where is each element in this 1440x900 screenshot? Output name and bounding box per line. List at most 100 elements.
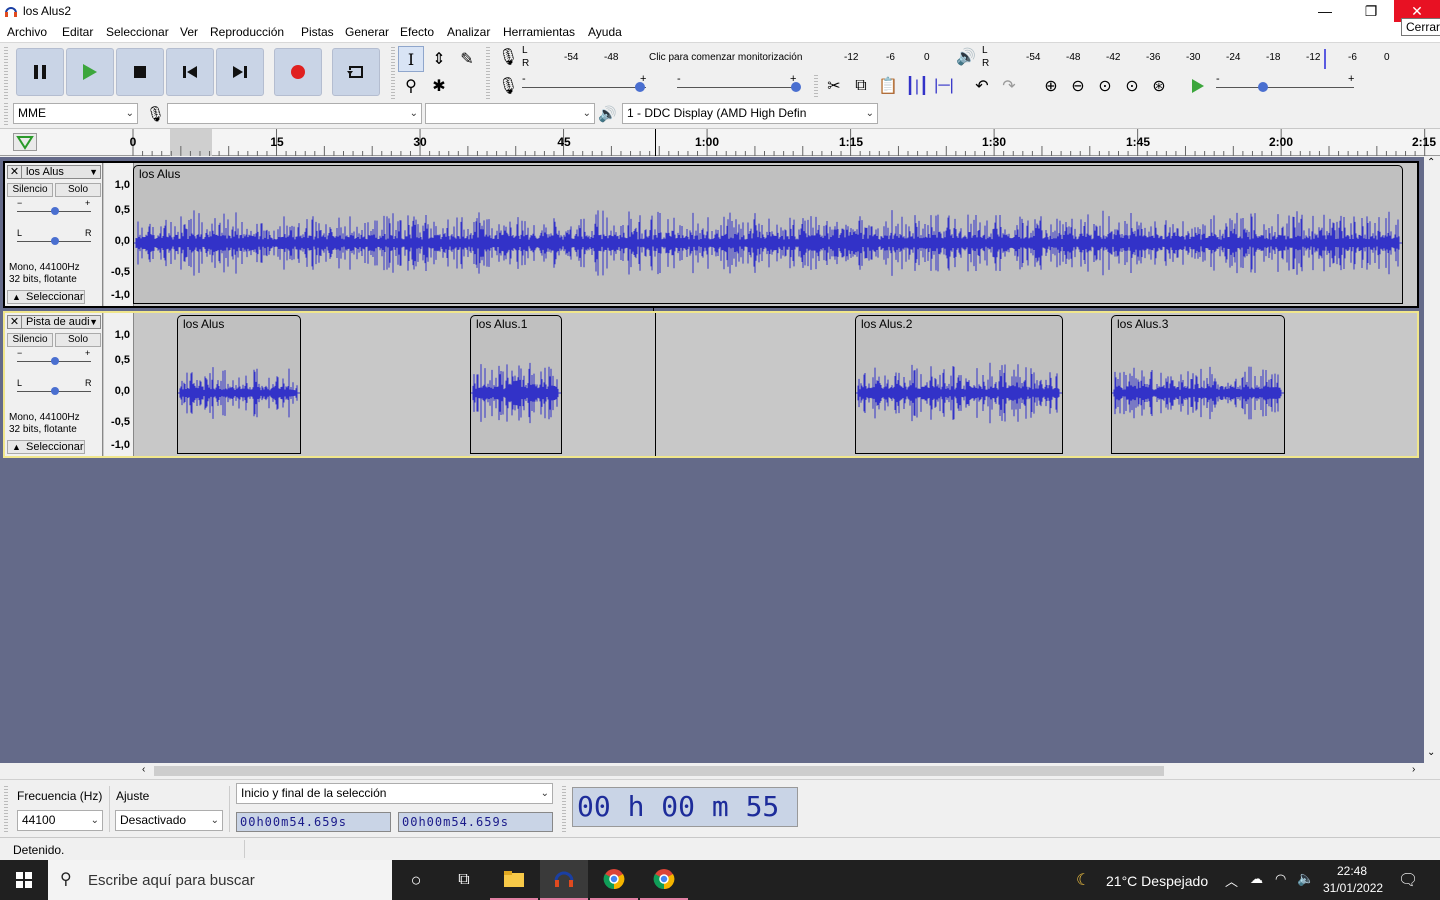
audio-clip[interactable]: los Alus.1 [470,315,562,454]
edit-grip[interactable] [814,75,818,99]
clip-waveform[interactable] [1112,333,1284,453]
redo-button[interactable]: ↷ [996,73,1022,99]
mute-button[interactable]: Silencio [7,333,53,347]
tools-grip[interactable] [391,47,395,99]
play-speed-slider[interactable]: - + [1216,73,1356,99]
pause-button[interactable] [16,48,64,96]
menu-reproduccion[interactable]: Reproducción [210,25,284,39]
play-at-speed-button[interactable] [1185,73,1211,99]
menu-archivo[interactable]: Archivo [7,25,47,39]
menu-editar[interactable]: Editar [62,25,93,39]
record-button[interactable] [274,48,322,96]
playback-meter[interactable]: -54 -48 -42 -36 -30 -24 -18 -12 -6 0 [992,47,1402,71]
playback-device-select[interactable]: 1 - DDC Display (AMD High Defin ⌄ [622,103,878,124]
snap-select[interactable]: Desactivado ⌄ [115,810,223,831]
meter-grip[interactable] [486,47,490,99]
menu-ayuda[interactable]: Ayuda [588,25,622,39]
loop-button[interactable] [332,48,380,96]
pan-slider[interactable]: L R [17,228,92,249]
audio-track[interactable]: ✕ los Alus ▼ Silencio Solo − + L R Mono,… [3,161,1419,308]
menu-generar[interactable]: Generar [345,25,389,39]
task-view-button[interactable]: ⧉ [440,860,488,900]
time-grip[interactable] [562,786,566,832]
recording-volume-slider[interactable]: - + - + [522,73,802,99]
recording-device-select[interactable]: ⌄ [167,103,422,124]
clip-waveform[interactable] [856,333,1062,453]
selection-mode-select[interactable]: Inicio y final de la selección ⌄ [236,783,553,804]
zoom-toggle-button[interactable]: ⊛ [1146,73,1172,99]
multi-tool[interactable]: ✱ [426,73,452,99]
cloud-icon[interactable]: ☁ [1250,871,1263,887]
track-panel[interactable]: ✕ los Alus ▼ Silencio Solo − + L R Mono,… [0,157,1424,763]
close-track-icon[interactable]: ✕ [8,166,22,178]
paste-button[interactable]: 📋 [875,73,901,99]
mute-button[interactable]: Silencio [7,183,53,197]
transport-grip[interactable] [4,47,8,99]
menu-efecto[interactable]: Efecto [400,25,434,39]
time-display[interactable]: 00 h 00 m 55 s [572,787,798,861]
silence-button[interactable]: |─| [931,73,957,99]
copy-button[interactable]: ⧉ [848,73,874,99]
zoom-in-button[interactable]: ⊕ [1038,73,1064,99]
vertical-scrollbar[interactable]: ⌃ ⌄ [1424,157,1440,763]
track-title-bar[interactable]: ✕ los Alus ▼ [7,165,101,179]
menu-pistas[interactable]: Pistas [301,25,334,39]
slider-thumb[interactable] [51,207,59,215]
envelope-tool[interactable]: ⇕ [426,46,452,72]
menu-seleccionar[interactable]: Seleccionar [106,25,169,39]
scroll-up-icon[interactable]: ⌃ [1427,157,1435,168]
scroll-right-icon[interactable]: › [1412,764,1415,775]
clip-waveform[interactable] [178,333,300,453]
audio-track[interactable]: ✕ Pista de audio ▼ Silencio Solo − + L R… [3,311,1419,458]
audio-clip[interactable]: los Alus [177,315,301,454]
maximize-button[interactable]: ❐ [1348,0,1394,22]
cut-button[interactable]: ✂ [821,73,847,99]
trim-button[interactable]: ┃|┃ [904,73,930,99]
chevron-up-icon[interactable]: ︿ [1225,871,1238,890]
scroll-thumb[interactable] [154,766,1164,776]
audio-clip[interactable]: los Alus.2 [855,315,1063,454]
notification-icon[interactable]: 🗨 [1398,870,1418,890]
audio-clip[interactable]: los Alus.3 [1111,315,1285,454]
audio-host-select[interactable]: MME ⌄ [13,103,138,124]
minimize-button[interactable]: — [1302,0,1348,22]
scroll-left-icon[interactable]: ‹ [142,764,145,775]
menu-analizar[interactable]: Analizar [447,25,490,39]
audacity-app[interactable] [540,860,588,900]
clock-date[interactable]: 31/01/2022 [1323,881,1383,895]
fit-selection-button[interactable]: ⊙ [1092,73,1118,99]
zoom-out-button[interactable]: ⊖ [1065,73,1091,99]
device-grip[interactable] [4,103,8,125]
solo-button[interactable]: Solo [55,333,101,347]
gain-slider[interactable]: − + [17,198,91,219]
volume-icon[interactable]: 🔈 [1297,870,1314,887]
horizontal-scrollbar[interactable]: ‹ › [140,763,1424,779]
solo-button[interactable]: Solo [55,183,101,197]
track-menu-icon[interactable]: ▼ [89,166,98,178]
timeline-ruler[interactable]: 0 15 30 45 1:00 1:15 1:30 1:45 2:00 2:15 [0,128,1440,156]
clip-waveform[interactable] [134,183,1402,303]
chrome-app[interactable] [590,860,638,900]
gain-slider[interactable]: − + [17,348,91,369]
track-menu-icon[interactable]: ▼ [89,316,98,328]
undo-button[interactable]: ↶ [969,73,995,99]
track-title-bar[interactable]: ✕ Pista de audio ▼ [7,315,101,329]
recording-channels-select[interactable]: ⌄ [425,103,595,124]
slider-thumb[interactable] [51,387,59,395]
taskbar-search[interactable]: ⚲ Escribe aquí para buscar [48,860,392,900]
selection-start-time[interactable]: 00h00m54.659s [236,812,391,832]
pan-slider[interactable]: L R [17,378,92,399]
slider-thumb[interactable] [1258,82,1268,92]
selection-grip[interactable] [4,786,8,832]
skip-end-button[interactable] [216,48,264,96]
select-track-button[interactable]: ▲ Seleccionar [7,440,85,454]
recording-meter[interactable]: -54 -48 Clic para comenzar monitorizació… [532,47,942,71]
clip-name[interactable]: los Alus [183,317,224,331]
clip-name[interactable]: los Alus.1 [476,317,527,331]
clip-name[interactable]: los Alus [139,167,180,181]
clock-time[interactable]: 22:48 [1337,864,1367,878]
skip-start-button[interactable] [166,48,214,96]
chrome-app-2[interactable] [640,860,688,900]
weather-text[interactable]: 21°C Despejado [1106,873,1208,889]
selection-end-time[interactable]: 00h00m54.659s [398,812,553,832]
